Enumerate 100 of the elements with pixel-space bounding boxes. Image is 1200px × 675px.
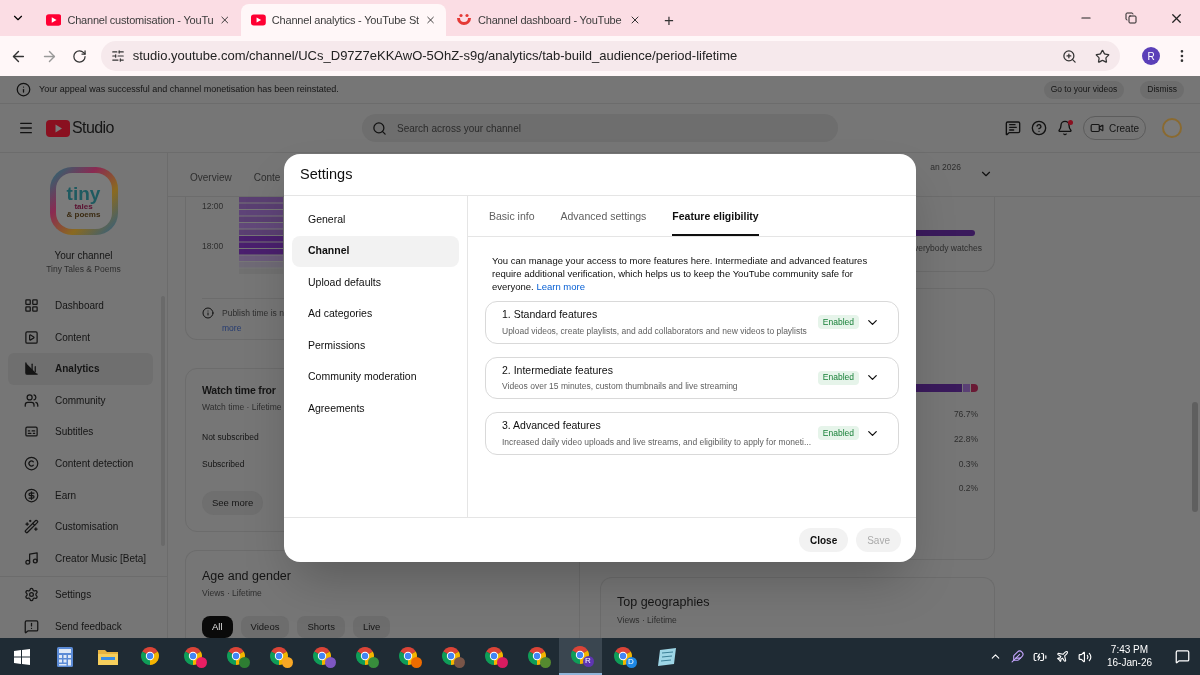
banner-button[interactable]: Go to your videos	[1043, 80, 1125, 99]
search-field[interactable]: Search across your channel	[362, 114, 838, 142]
sidebar-item[interactable]: Earn	[8, 479, 153, 511]
row-label: Subscribed	[202, 458, 245, 471]
settings-tab[interactable]: Advanced settings	[560, 209, 647, 236]
chrome-icon	[483, 645, 504, 666]
close-icon[interactable]	[629, 14, 641, 26]
status-label: Enabled	[817, 426, 859, 441]
sidebar-item[interactable]: Community	[8, 384, 153, 417]
feature-title: 3. Advanced features	[502, 418, 602, 433]
people-icon	[24, 392, 39, 408]
search-input[interactable]: Search across your channel	[397, 120, 697, 136]
bar-chart-icon	[24, 361, 39, 377]
browser-tab[interactable]: Channel customisation - YouTu	[36, 4, 241, 36]
play-square-icon	[24, 329, 39, 345]
more-link[interactable]: more	[222, 321, 284, 335]
chrome-icon	[526, 645, 547, 666]
analytics-tab[interactable]: Conte	[253, 170, 281, 196]
airplane-icon[interactable]	[1055, 650, 1069, 663]
volume-icon[interactable]	[1077, 649, 1092, 664]
settings-icon	[24, 587, 39, 603]
info-icon	[16, 82, 31, 97]
sidebar-item[interactable]: Settings	[0, 579, 167, 611]
filter-chip[interactable]: Live	[352, 616, 391, 638]
feedback-icon	[24, 619, 39, 634]
sidebar-item[interactable]: Subtitles	[8, 416, 153, 448]
feature-title: 1. Standard features	[502, 307, 599, 322]
notifications-icon[interactable]	[1175, 649, 1190, 664]
new-tab-button[interactable]: +	[657, 8, 681, 32]
sidebar-item[interactable]: Content	[8, 321, 153, 353]
youtube-icon	[251, 14, 266, 26]
dialog-title: Settings	[300, 164, 353, 184]
calculator-icon	[56, 646, 73, 667]
dialog-button[interactable]: Close	[798, 528, 849, 552]
taskbar-app[interactable]: D	[602, 638, 645, 675]
analytics-tab[interactable]: Overview	[190, 170, 232, 196]
chrome-icon	[268, 645, 289, 666]
sidebar-item[interactable]: Send feedback	[0, 610, 167, 643]
feature-description: Increased daily video uploads and live streams, and eligibility to apply for moneti...	[502, 435, 812, 449]
feature-card[interactable]: 1. Standard features Upload videos, create playlists, and add collaborators and new videos to playlists Enabled	[485, 301, 899, 344]
dollar-icon	[24, 487, 39, 503]
card-title: Age and gender	[202, 567, 292, 585]
row-label: Not subscribed	[202, 431, 259, 444]
profile-avatar[interactable]: R	[1142, 47, 1161, 65]
share-value: 76.7%	[953, 408, 978, 421]
feature-description: Upload videos, create playlists, and add collaborators and new videos to playlists	[502, 324, 808, 338]
filter-chip[interactable]: Shorts	[297, 616, 345, 638]
banner-button[interactable]: Dismiss	[1140, 80, 1184, 99]
site-info-icon[interactable]	[110, 49, 125, 63]
help-icon[interactable]	[1031, 120, 1047, 136]
feedback-icon[interactable]	[1005, 120, 1021, 136]
star-icon[interactable]	[1095, 48, 1111, 64]
see-more-button[interactable]: See more	[202, 490, 264, 515]
settings-nav-item[interactable]: Channel	[292, 235, 459, 267]
browser-tab[interactable]: Channel analytics - YouTube St	[241, 4, 446, 36]
settings-nav-item[interactable]: Upload defaults	[292, 267, 459, 299]
sidebar-item[interactable]: Customisation	[8, 510, 153, 543]
status-label: Enabled	[817, 370, 859, 385]
zoom-icon[interactable]	[1062, 48, 1078, 64]
chrome-icon	[397, 645, 418, 666]
filter-chip[interactable]: Videos	[240, 616, 290, 638]
captions-icon	[24, 424, 39, 440]
share-value: 0.3%	[958, 457, 978, 471]
learn-more-link[interactable]: Learn more	[536, 281, 585, 292]
feature-card[interactable]: 3. Advanced features Increased daily video uploads and live streams, and eligibility to apply for moneti... Enabled	[485, 412, 899, 455]
settings-nav-item[interactable]: Community moderation	[292, 361, 459, 393]
sidebar-item[interactable]: Content detection	[8, 447, 153, 480]
feature-description: Videos over 15 minutes, custom thumbnails and live streaming	[502, 380, 739, 393]
sidebar-item[interactable]: Dashboard	[8, 289, 153, 322]
settings-nav-item[interactable]: Agreements	[292, 393, 459, 425]
chrome-icon	[225, 645, 246, 666]
chrome-icon	[354, 645, 375, 666]
notepad-icon	[656, 647, 677, 666]
sidebar-item[interactable]: Creator Music [Beta]	[8, 542, 153, 575]
pen-icon[interactable]	[1010, 650, 1024, 663]
sidebar-item[interactable]: Analytics	[8, 352, 153, 385]
settings-tab[interactable]: Feature eligibility	[672, 209, 759, 236]
intro-text: You can manage your access to more features here. Intermediate and advanced features require additional verification, which helps us to keep the YouTube community safe for everyone. Learn more	[491, 254, 869, 293]
profile-badge: D	[625, 656, 637, 668]
share-bar	[916, 384, 978, 392]
filter-chip[interactable]: All	[202, 616, 233, 638]
settings-nav-item[interactable]: Permissions	[292, 330, 459, 362]
feature-card[interactable]: 2. Intermediate features Videos over 15 minutes, custom thumbnails and live streaming Enabled	[485, 356, 899, 399]
video-plus-icon	[1090, 121, 1104, 135]
reload-icon[interactable]	[71, 48, 87, 64]
info-icon	[202, 307, 214, 319]
banner-message: Your appeal was successful and channel monetisation has been reinstated.	[39, 82, 339, 96]
chrome-icon	[612, 645, 633, 666]
taskbar-app[interactable]: R	[559, 638, 602, 675]
logo-text: & poems	[66, 210, 101, 219]
clock-date: 16-Jan-26	[1106, 656, 1152, 669]
card-subtitle: Watch time · Lifetime	[202, 400, 282, 414]
settings-nav-item[interactable]: Ad categories	[292, 298, 459, 330]
restore-icon[interactable]	[1125, 12, 1137, 24]
browser-tab[interactable]: Channel dashboard - YouTube	[446, 4, 651, 36]
settings-tab[interactable]: Basic info	[489, 209, 535, 236]
grid-icon	[24, 298, 39, 314]
address-field[interactable]: studio.youtube.com/channel/UCs_D97Z7eKKAwO-5OhZ-s9g/analytics/tab-build_audience/period-lifetime	[100, 41, 1121, 71]
clock-time: 7:43 PM	[1110, 644, 1149, 657]
settings-nav-item[interactable]: General	[292, 204, 459, 236]
